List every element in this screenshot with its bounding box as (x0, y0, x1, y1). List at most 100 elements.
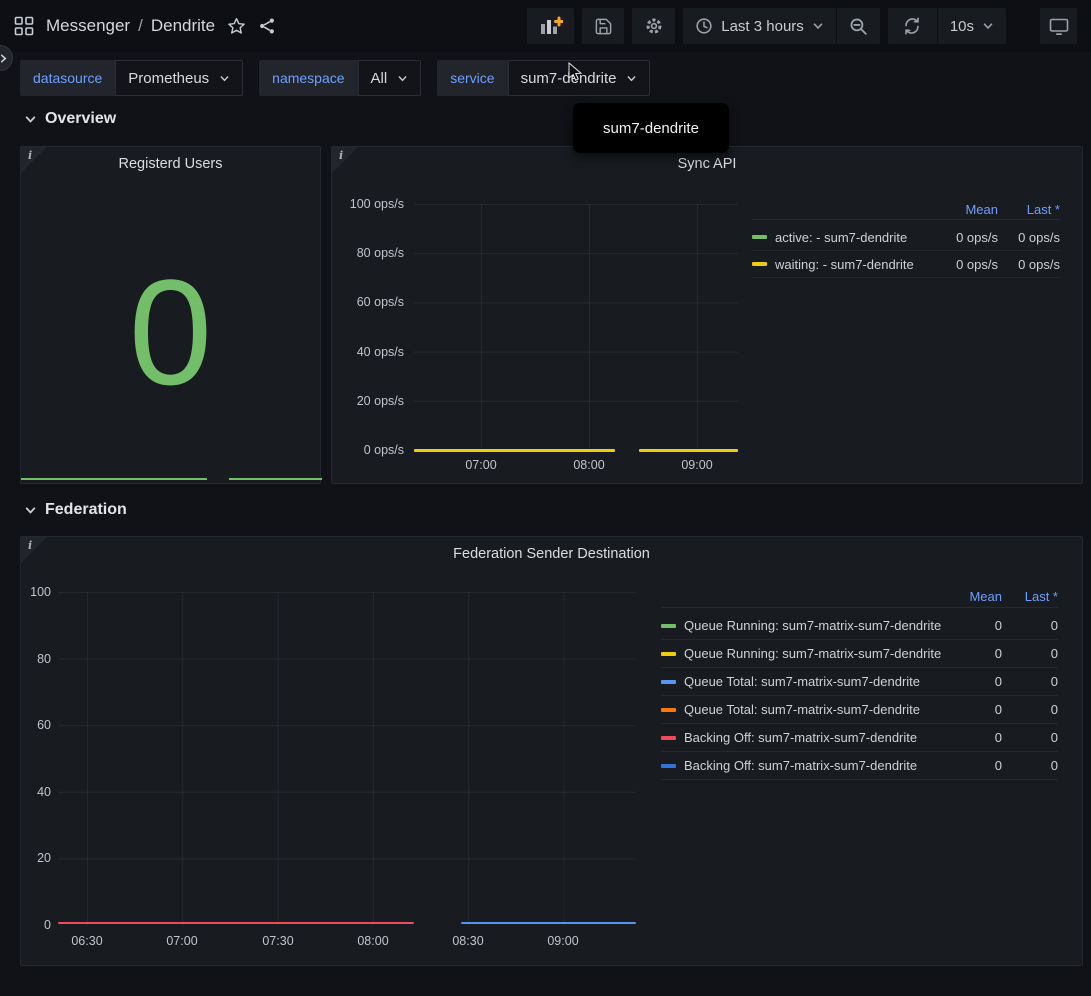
refresh-button[interactable] (888, 8, 937, 44)
gear-icon (644, 16, 664, 36)
y-axis-tick: 100 (21, 584, 51, 600)
stat-value: 0 (21, 257, 320, 407)
legend-table: Mean Last * Queue Running: sum7-matrix-s… (661, 585, 1058, 780)
chevron-down-icon (24, 113, 37, 126)
tv-mode-button[interactable] (1040, 8, 1077, 44)
refresh-interval-dropdown[interactable]: 10s (938, 8, 1006, 44)
breadcrumb-separator: / (138, 16, 143, 36)
section-federation[interactable]: Federation (24, 501, 127, 519)
add-panel-button[interactable] (527, 8, 574, 44)
variable-service: service sum7-dendrite (437, 60, 650, 96)
breadcrumb-folder[interactable]: Messenger (46, 16, 130, 36)
series-label[interactable]: Backing Off: sum7-matrix-sum7-dendrite (684, 730, 942, 745)
x-axis-tick: 07:00 (166, 933, 197, 949)
y-axis-tick: 0 ops/s (332, 442, 404, 458)
time-range-picker[interactable]: Last 3 hours (683, 8, 836, 44)
variable-namespace-value: All (371, 70, 388, 87)
series-swatch[interactable] (752, 262, 767, 266)
panel-title[interactable]: Registerd Users (21, 156, 320, 172)
panel-registered-users: i Registerd Users 0 (20, 146, 321, 484)
series-last: 0 (1002, 702, 1058, 717)
y-axis-tick: 0 (21, 917, 51, 933)
star-icon[interactable] (227, 17, 246, 36)
series-mean: 0 (942, 730, 1002, 745)
dashboard-settings-button[interactable] (632, 8, 675, 44)
legend-row: waiting: - sum7-dendrite 0 ops/s 0 ops/s (752, 251, 1060, 278)
variable-datasource: datasource Prometheus (20, 60, 243, 96)
series-last: 0 ops/s (998, 257, 1060, 272)
x-axis-tick: 08:00 (357, 933, 388, 949)
federation-plot-area[interactable] (58, 592, 636, 925)
legend-header: Mean Last * (752, 199, 1060, 220)
series-swatch[interactable] (661, 680, 676, 684)
zoom-out-time-button[interactable] (837, 8, 880, 44)
share-icon[interactable] (258, 17, 276, 35)
series-last: 0 ops/s (998, 230, 1060, 245)
x-axis-tick: 07:00 (465, 457, 496, 473)
series-mean: 0 (942, 702, 1002, 717)
series-swatch[interactable] (661, 624, 676, 628)
y-axis-tick: 20 ops/s (332, 393, 404, 409)
variable-service-dropdown[interactable]: sum7-dendrite (508, 60, 651, 96)
refresh-interval-label: 10s (950, 18, 974, 35)
series-last: 0 (1002, 618, 1058, 633)
chevron-down-icon (626, 73, 637, 84)
x-axis-tick: 09:00 (681, 457, 712, 473)
panel-title[interactable]: Federation Sender Destination (21, 546, 1082, 562)
series-label[interactable]: waiting: - sum7-dendrite (775, 257, 924, 272)
zoom-out-icon (849, 17, 868, 36)
series-last: 0 (1002, 730, 1058, 745)
series-label[interactable]: Queue Running: sum7-matrix-sum7-dendrite (684, 646, 942, 661)
breadcrumb: Messenger / Dendrite (14, 16, 276, 36)
legend-row: Backing Off: sum7-matrix-sum7-dendrite 0… (661, 752, 1058, 780)
series-label[interactable]: Backing Off: sum7-matrix-sum7-dendrite (684, 758, 942, 773)
panel-title[interactable]: Sync API (332, 156, 1082, 172)
legend-col-mean[interactable]: Mean (942, 589, 1002, 604)
x-axis-tick: 09:00 (547, 933, 578, 949)
breadcrumb-dashboard[interactable]: Dendrite (151, 16, 215, 36)
x-axis-tick: 08:30 (452, 933, 483, 949)
variable-datasource-label: datasource (20, 60, 115, 96)
sync-api-plot-area[interactable] (414, 204, 738, 450)
series-last: 0 (1002, 674, 1058, 689)
chevron-down-icon (219, 73, 230, 84)
series-label[interactable]: Queue Total: sum7-matrix-sum7-dendrite (684, 702, 942, 717)
grafana-dashboard: Messenger / Dendrite (0, 0, 1091, 996)
series-label[interactable]: Queue Running: sum7-matrix-sum7-dendrite (684, 618, 942, 633)
section-overview[interactable]: Overview (24, 110, 116, 128)
time-range-label: Last 3 hours (721, 18, 804, 35)
legend-row: Queue Total: sum7-matrix-sum7-dendrite 0… (661, 696, 1058, 724)
series-label[interactable]: active: - sum7-dendrite (775, 230, 924, 245)
chevron-down-icon (982, 20, 994, 32)
toolbar: Last 3 hours (527, 8, 1077, 44)
section-overview-title: Overview (45, 110, 116, 128)
legend-col-last[interactable]: Last * (998, 202, 1060, 217)
legend-col-mean[interactable]: Mean (924, 202, 998, 217)
series-swatch[interactable] (661, 708, 676, 712)
series-line-waiting (414, 449, 615, 452)
series-line-queue-total (461, 922, 636, 924)
series-last: 0 (1002, 646, 1058, 661)
save-dashboard-button[interactable] (582, 8, 624, 44)
time-controls-group: Last 3 hours (683, 8, 880, 44)
variable-namespace-dropdown[interactable]: All (358, 60, 422, 96)
series-swatch[interactable] (661, 736, 676, 740)
variables-row: datasource Prometheus namespace All serv… (0, 60, 1091, 96)
service-tooltip-text: sum7-dendrite (603, 120, 699, 137)
series-swatch[interactable] (661, 764, 676, 768)
series-mean: 0 ops/s (924, 230, 998, 245)
clock-icon (695, 17, 713, 35)
panel-sync-api: i Sync API 100 ops/s 80 ops/s 60 ops/s 4… (331, 146, 1083, 484)
x-axis-tick: 07:30 (262, 933, 293, 949)
top-nav: Messenger / Dendrite (0, 0, 1091, 52)
series-mean: 0 (942, 618, 1002, 633)
variable-datasource-dropdown[interactable]: Prometheus (115, 60, 243, 96)
legend-col-last[interactable]: Last * (1002, 589, 1058, 604)
series-swatch[interactable] (752, 235, 767, 239)
dashboards-grid-icon[interactable] (14, 16, 34, 36)
series-label[interactable]: Queue Total: sum7-matrix-sum7-dendrite (684, 674, 942, 689)
legend-row: Queue Total: sum7-matrix-sum7-dendrite 0… (661, 668, 1058, 696)
stat-sparkline-segment (229, 478, 322, 480)
series-mean: 0 (942, 674, 1002, 689)
series-swatch[interactable] (661, 652, 676, 656)
